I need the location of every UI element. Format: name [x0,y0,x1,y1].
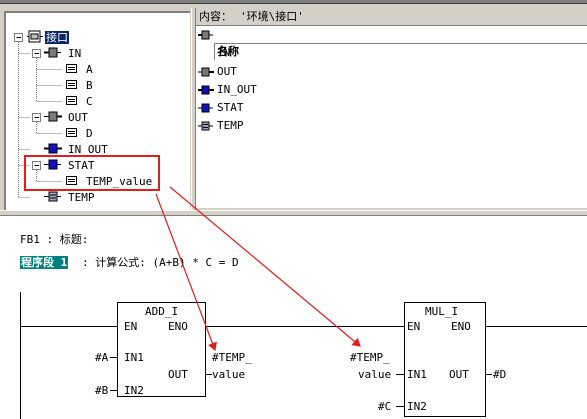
add-block-name: ADD_I [145,305,179,318]
output-section-icon [198,67,214,77]
input-section-icon [198,30,213,40]
column-header-name[interactable]: 名称 [214,43,587,60]
mul-in2-pin: IN2 [407,400,427,413]
network-comment[interactable]: : 计算公式: (A+B) * C = D [82,256,239,269]
variable-icon [66,96,77,105]
add-in2-wire [110,390,117,391]
interface-icon [27,30,43,43]
add-in1-pin: IN1 [124,351,144,364]
add-out-wire [205,374,212,375]
add-en-pin: EN [124,320,138,333]
mul-in2-wire [396,406,404,407]
mul-in1-operand-line1[interactable]: #TEMP_ [350,351,390,364]
power-rail [20,292,21,419]
tree-item-b-label: B [86,79,93,92]
mul-block-name: MUL_I [425,305,459,318]
content-path: '环境\接口' [240,10,304,23]
add-out-operand-line1[interactable]: #TEMP_ [212,351,252,364]
list-item-out-label: OUT [217,65,237,78]
editor-splitter[interactable] [0,210,587,216]
rung-line [485,326,587,327]
in-out-section-icon [44,143,62,154]
list-item-temp-label: TEMP [217,119,244,132]
mul-in2-operand[interactable]: #C [378,400,391,413]
tree-item-a-label: A [86,63,93,76]
rung-line [205,326,405,327]
variable-list-pane: 内容： '环境\接口' 名称 IN OUT IN_OUT STAT TEMP [196,8,587,208]
mul-out-pin: OUT [449,368,469,381]
tree-item-out-label: OUT [68,111,88,124]
mul-out-wire [485,374,492,375]
content-label: 内容： [199,10,232,23]
tree-item-temp-label: TEMP [68,191,95,204]
tree-item-d-label: D [86,127,93,140]
add-in2-operand[interactable]: #B [95,384,108,397]
tree-item-in-label: IN [68,47,82,60]
network-label[interactable]: 程序段 1 [20,256,69,269]
temp-section-icon [44,191,61,202]
mul-in1-operand-line2[interactable]: value [358,368,391,381]
mul-en-pin: EN [407,320,421,333]
mul-eno-pin: ENO [451,320,471,333]
add-in2-pin: IN2 [124,384,144,397]
interface-panel: 接口 IN A B C OUT D IN_OUT STAT TEMP_value… [0,0,587,211]
temp-section-icon [198,121,213,131]
add-eno-pin: ENO [168,320,188,333]
rung-line [20,326,117,327]
add-in1-wire [110,357,117,358]
mul-in1-pin: IN1 [407,368,427,381]
list-item-in-label: IN [217,46,231,59]
content-path-bar: 内容： '环境\接口' [196,8,587,26]
variable-icon [66,128,77,137]
list-item-stat-label: STAT [217,101,244,114]
tree-item-c-label: C [86,95,93,108]
add-out-pin: OUT [168,368,188,381]
variable-icon [66,64,77,73]
variable-icon [66,80,77,89]
tree-root-label: 接口 [45,31,69,44]
mul-out-operand[interactable]: #D [493,368,506,381]
input-section-icon [44,47,61,58]
block-title[interactable]: FB1 : 标题: [20,233,88,246]
list-item-in-out-label: IN_OUT [217,83,257,96]
output-section-icon [44,111,62,122]
mul-in1-wire [396,374,404,375]
static-section-icon [198,103,213,113]
add-in1-operand[interactable]: #A [95,351,108,364]
annotation-box [24,155,160,191]
in-out-section-icon [198,85,214,95]
add-out-operand-line2[interactable]: value [212,368,245,381]
